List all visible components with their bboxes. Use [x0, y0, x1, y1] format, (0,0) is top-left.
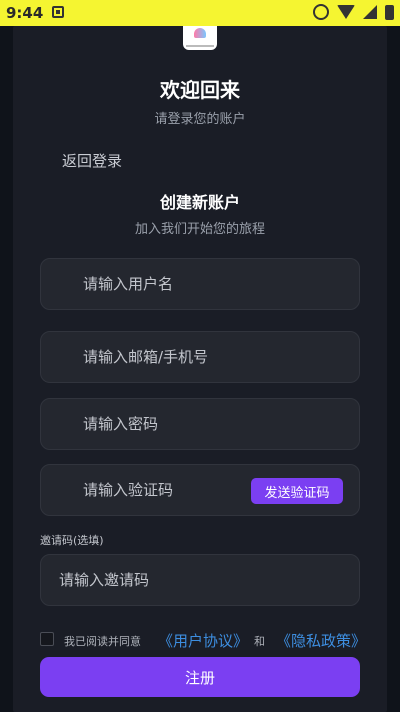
email-phone-input[interactable] — [41, 332, 359, 382]
send-code-button[interactable]: 发送验证码 — [251, 478, 343, 504]
agreement-row: 我已阅读并同意 《用户协议》 和 《隐私政策》 — [40, 630, 370, 651]
register-subtitle: 加入我们开始您的旅程 — [134, 222, 265, 237]
username-field — [40, 258, 360, 310]
username-input[interactable] — [41, 259, 359, 309]
invite-code-field — [40, 554, 360, 606]
app-logo — [183, 26, 217, 50]
page-title: 欢迎回来 — [160, 78, 240, 102]
page-subtitle: 请登录您的账户 — [154, 112, 246, 127]
password-input[interactable] — [41, 399, 359, 449]
invite-code-label: 邀请码(选填) — [40, 534, 104, 547]
email-phone-field — [40, 331, 360, 383]
agree-checkbox[interactable] — [40, 632, 54, 646]
signal-icon — [363, 5, 377, 19]
and-text: 和 — [254, 635, 265, 648]
wifi-icon — [337, 5, 355, 19]
privacy-policy-link[interactable]: 《隐私政策》 — [276, 630, 366, 651]
notification-icon — [52, 6, 64, 18]
logo-heart-icon — [194, 28, 206, 38]
status-bar: 9:44 — [0, 0, 400, 26]
back-to-login-link[interactable]: 返回登录 — [62, 150, 122, 171]
logo-underline — [186, 45, 214, 47]
smiley-icon — [313, 4, 329, 20]
battery-icon — [385, 4, 394, 20]
password-field — [40, 398, 360, 450]
verification-code-field: 发送验证码 — [40, 464, 360, 516]
user-agreement-link[interactable]: 《用户协议》 — [158, 630, 248, 651]
status-icons — [313, 4, 394, 20]
agree-text: 我已阅读并同意 — [64, 635, 141, 648]
status-time: 9:44 — [6, 4, 44, 22]
register-title: 创建新账户 — [159, 193, 240, 212]
invite-code-input[interactable] — [41, 555, 359, 605]
register-button[interactable]: 注册 — [40, 657, 360, 697]
